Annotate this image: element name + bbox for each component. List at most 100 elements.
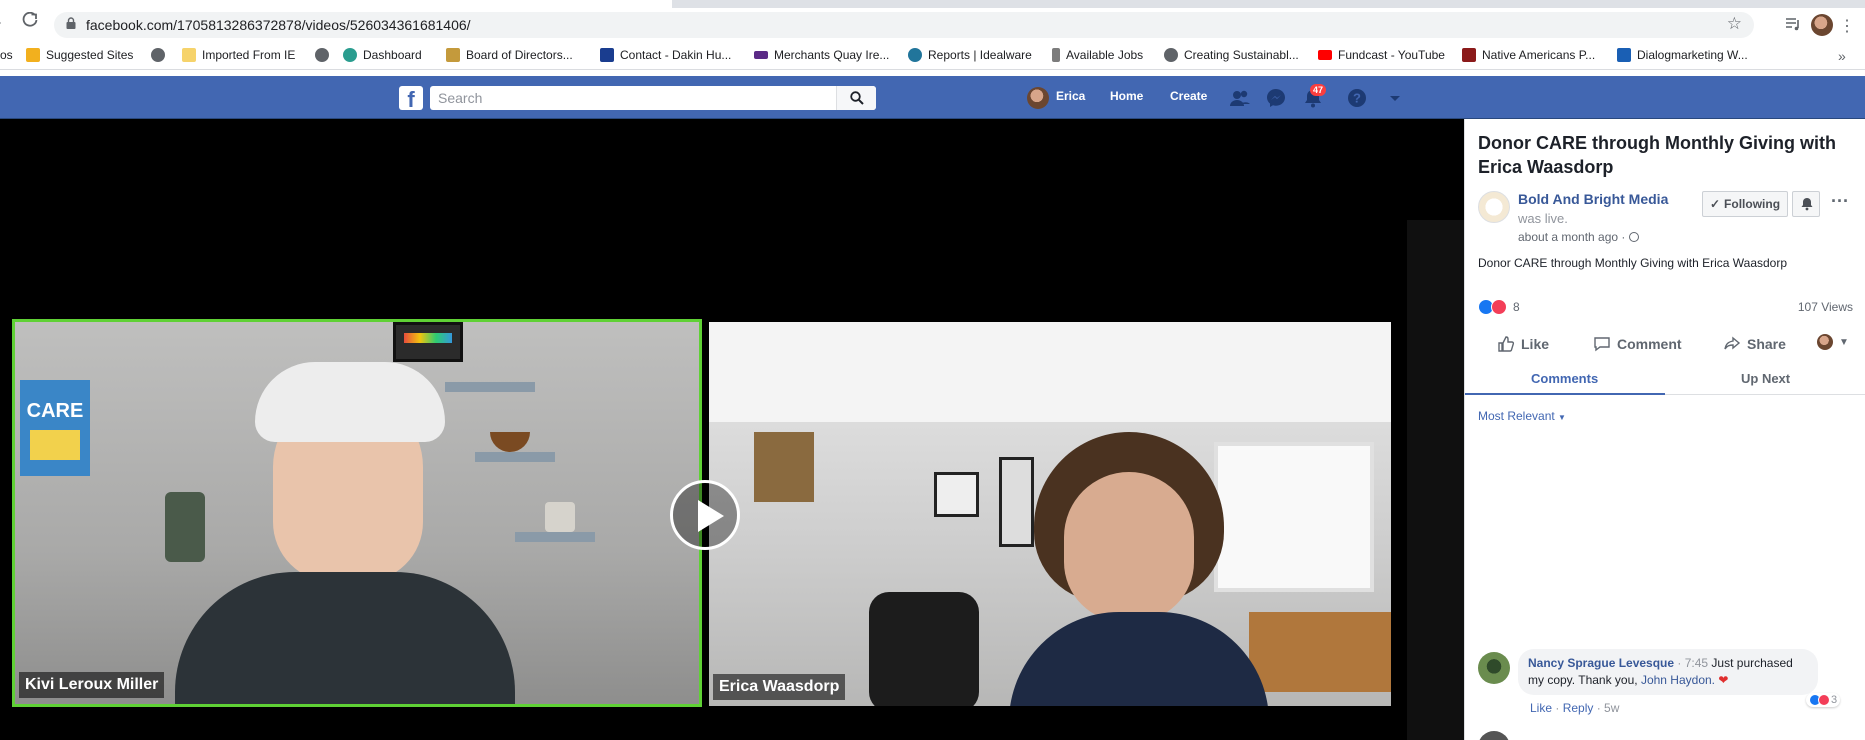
- bookmark-label: Board of Directors...: [466, 48, 573, 62]
- help-icon[interactable]: ?: [1346, 87, 1368, 109]
- was-live-text: was live.: [1518, 211, 1568, 226]
- bookmark-label: Creating Sustainabl...: [1184, 48, 1299, 62]
- page-avatar[interactable]: [1478, 191, 1510, 223]
- notification-bell-button[interactable]: [1792, 191, 1820, 217]
- browser-profile-avatar[interactable]: [1811, 14, 1833, 36]
- reaction-count: 8: [1513, 300, 1520, 314]
- page-icon: [446, 48, 460, 62]
- page-name-link[interactable]: Bold And Bright Media: [1518, 191, 1668, 207]
- separator: ·: [1552, 701, 1563, 715]
- bookmark-star-icon[interactable]: ☆: [1727, 14, 1742, 34]
- search-icon: [850, 91, 864, 105]
- jar: [545, 502, 575, 532]
- video-pane-left: CARE Kivi Leroux Miller: [12, 319, 702, 707]
- vase: [165, 492, 205, 562]
- reload-icon[interactable]: [22, 11, 38, 33]
- search-button[interactable]: [836, 86, 876, 110]
- bookmark-suggested-sites[interactable]: Suggested Sites: [26, 48, 133, 62]
- like-label: Like: [1521, 336, 1550, 352]
- more-options-icon[interactable]: ···: [1831, 191, 1849, 212]
- commenter-avatar[interactable]: [1478, 731, 1510, 740]
- account-menu-chevron-icon[interactable]: [1384, 87, 1406, 109]
- share-as-selector[interactable]: ▼: [1817, 334, 1849, 350]
- bookmark-apps[interactable]: os: [0, 48, 13, 62]
- wall-frame: [393, 322, 463, 362]
- bookmarks-overflow-icon[interactable]: »: [1838, 48, 1846, 64]
- user-avatar[interactable]: [1027, 87, 1049, 109]
- svg-text:?: ?: [1353, 91, 1361, 106]
- page-icon: [1617, 48, 1631, 62]
- commenter-avatar[interactable]: [1478, 652, 1510, 684]
- comment-reply-link[interactable]: Reply: [1563, 701, 1594, 715]
- action-bar: Like Comment Share ▼: [1465, 334, 1865, 365]
- comment-button[interactable]: Comment: [1593, 335, 1682, 353]
- bookmark-label: os: [0, 48, 13, 62]
- home-link[interactable]: Home: [1110, 89, 1143, 103]
- bookmark-creating-sustainable[interactable]: Creating Sustainabl...: [1164, 48, 1299, 62]
- user-name-link[interactable]: Erica: [1056, 89, 1085, 103]
- post-time[interactable]: about a month ago ·: [1518, 230, 1639, 244]
- share-label: Share: [1747, 336, 1786, 352]
- messenger-icon[interactable]: [1265, 87, 1287, 109]
- globe-icon: [315, 48, 329, 62]
- heart-emoji: ❤: [1715, 673, 1729, 687]
- bell-icon: [1801, 198, 1813, 211]
- comment-like-link[interactable]: Like: [1530, 701, 1552, 715]
- bookmark-label: Suggested Sites: [46, 48, 134, 62]
- search-box[interactable]: [430, 86, 876, 110]
- play-button[interactable]: [670, 480, 740, 550]
- tab-up-next[interactable]: Up Next: [1741, 371, 1790, 386]
- book-title: CARE: [26, 400, 84, 422]
- facebook-logo-icon[interactable]: f: [399, 86, 423, 110]
- tab-comments[interactable]: Comments: [1531, 371, 1598, 386]
- active-tab[interactable]: [0, 0, 672, 8]
- bookmark-label: Native Americans P...: [1482, 48, 1596, 62]
- reactions-summary[interactable]: 8: [1478, 299, 1520, 315]
- comment-sort-dropdown[interactable]: Most Relevant ▼: [1478, 409, 1566, 423]
- bookmark-globe[interactable]: [151, 48, 165, 62]
- bookmark-imported-from-ie[interactable]: Imported From IE: [182, 48, 295, 62]
- shelf: [475, 452, 555, 462]
- search-input[interactable]: [438, 89, 828, 107]
- friend-requests-icon[interactable]: [1229, 87, 1251, 109]
- bookmark-dialogmarketing[interactable]: Dialogmarketing W...: [1617, 48, 1748, 62]
- participant-name-right: Erica Waasdorp: [713, 674, 846, 700]
- like-button[interactable]: Like: [1497, 335, 1549, 353]
- chevron-down-icon: ▼: [1558, 413, 1566, 422]
- reading-list-icon[interactable]: [1785, 16, 1801, 37]
- following-button[interactable]: ✓ Following: [1702, 191, 1788, 217]
- url-text[interactable]: facebook.com/1705813286372878/videos/526…: [86, 17, 471, 33]
- browser-menu-icon[interactable]: ⋮: [1839, 16, 1855, 36]
- share-button[interactable]: Share: [1723, 335, 1786, 353]
- bookmark-available-jobs[interactable]: Available Jobs: [1052, 48, 1143, 62]
- bookmark-dashboard[interactable]: Dashboard: [315, 48, 422, 62]
- bookmark-reports-idealware[interactable]: Reports | Idealware: [908, 48, 1032, 62]
- bookmark-fundcast-youtube[interactable]: Fundcast - YouTube: [1318, 48, 1445, 62]
- comment-time[interactable]: · 7:45: [1674, 656, 1708, 670]
- panel-tabs: Comments Up Next: [1465, 365, 1865, 395]
- bookmark-label: Merchants Quay Ire...: [774, 48, 890, 62]
- video-pane-right: Erica Waasdorp: [709, 322, 1391, 706]
- create-link[interactable]: Create: [1170, 89, 1207, 103]
- bookmark-label: Fundcast - YouTube: [1338, 48, 1445, 62]
- bookmarks-bar: os Suggested Sites Imported From IE Dash…: [0, 42, 1865, 70]
- comment-age[interactable]: 5w: [1604, 701, 1619, 715]
- comment-reactions[interactable]: 3: [1806, 693, 1841, 707]
- globe-icon: [151, 48, 165, 62]
- mention-link[interactable]: John Haydon.: [1641, 673, 1715, 687]
- bookmark-native-americans[interactable]: Native Americans P...: [1462, 48, 1595, 62]
- video-info-panel: Donor CARE through Monthly Giving with E…: [1464, 119, 1865, 740]
- bookmark-board-of-directors[interactable]: Board of Directors...: [446, 48, 573, 62]
- bookmark-contact-dakin[interactable]: Contact - Dakin Hu...: [600, 48, 731, 62]
- following-label: Following: [1724, 197, 1781, 211]
- commenter-name[interactable]: Nancy Sprague Levesque: [1528, 656, 1674, 670]
- omnibox[interactable]: facebook.com/1705813286372878/videos/526…: [54, 12, 1754, 38]
- thumbs-up-icon: [1498, 336, 1515, 352]
- video-side-shadow: [1407, 220, 1464, 740]
- office-chair: [869, 592, 979, 706]
- table: [1249, 612, 1391, 692]
- bookmark-merchants-quay[interactable]: Merchants Quay Ire...: [754, 48, 889, 62]
- forward-icon[interactable]: ›: [0, 14, 1, 32]
- comment-meta: Like · Reply · 5w: [1530, 701, 1619, 715]
- mq-icon: [754, 51, 768, 59]
